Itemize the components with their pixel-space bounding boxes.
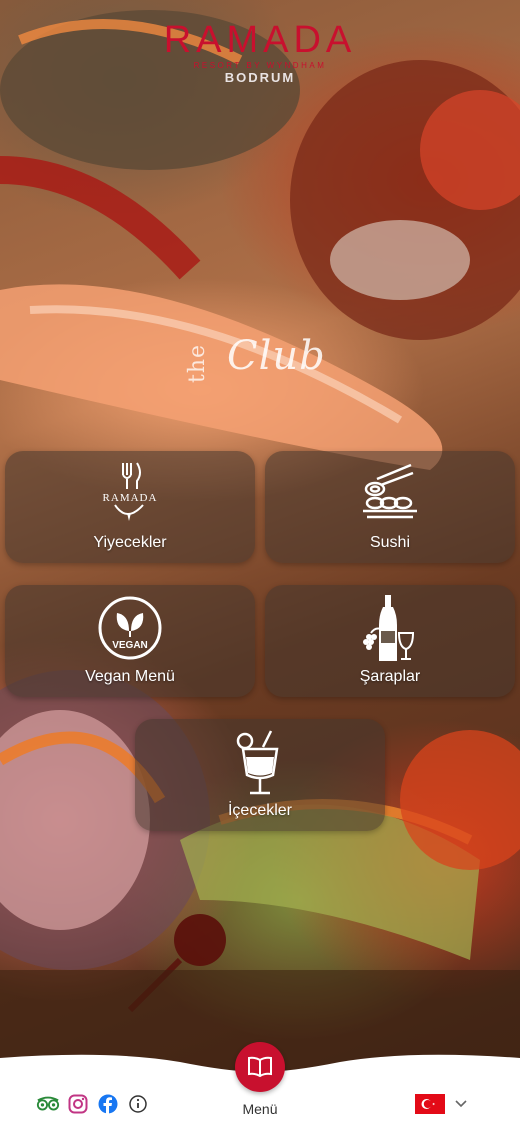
info-icon[interactable] bbox=[126, 1092, 150, 1116]
open-book-icon bbox=[248, 1056, 272, 1078]
venue-prefix: the bbox=[185, 343, 210, 383]
wine-icon bbox=[265, 593, 515, 663]
category-label-food: Yiyecekler bbox=[93, 534, 167, 551]
cocktail-icon bbox=[135, 727, 385, 797]
instagram-icon[interactable] bbox=[66, 1092, 90, 1116]
category-label-drinks: İçecekler bbox=[227, 802, 293, 819]
vegan-icon: VEGAN bbox=[5, 593, 255, 663]
category-label-sushi: Sushi bbox=[369, 534, 411, 551]
facebook-icon[interactable] bbox=[96, 1092, 120, 1116]
ramada-logo: RAMADA RESORT BY WYNDHAM BODRUM bbox=[0, 20, 520, 85]
menu-button[interactable] bbox=[235, 1042, 285, 1092]
category-tile-drinks[interactable]: İçecekler bbox=[135, 719, 385, 831]
category-tile-sushi[interactable]: Sushi bbox=[265, 451, 515, 563]
sushi-icon bbox=[265, 459, 515, 529]
venue-logo: the Club bbox=[185, 325, 345, 395]
language-dropdown-chevron-icon[interactable] bbox=[452, 1094, 470, 1112]
svg-text:RAMADA: RAMADA bbox=[103, 492, 158, 504]
svg-text:VEGAN: VEGAN bbox=[112, 640, 148, 651]
menu-label: Menü bbox=[242, 1101, 278, 1117]
tripadvisor-icon[interactable] bbox=[36, 1092, 60, 1116]
brand-location: BODRUM bbox=[224, 70, 296, 85]
brand-name: RAMADA bbox=[163, 19, 357, 61]
turkey-flag-icon[interactable] bbox=[415, 1094, 445, 1114]
category-tile-wine[interactable]: Şaraplar bbox=[265, 585, 515, 697]
category-tile-vegan[interactable]: VEGAN Vegan Menü bbox=[5, 585, 255, 697]
category-label-vegan: Vegan Menü bbox=[85, 668, 175, 685]
category-tile-food[interactable]: RAMADA Yiyecekler bbox=[5, 451, 255, 563]
brand-subtitle: RESORT BY WYNDHAM bbox=[193, 61, 327, 70]
ramada-food-icon: RAMADA bbox=[5, 459, 255, 529]
venue-name: Club bbox=[227, 333, 326, 379]
category-label-wine: Şaraplar bbox=[359, 668, 421, 685]
